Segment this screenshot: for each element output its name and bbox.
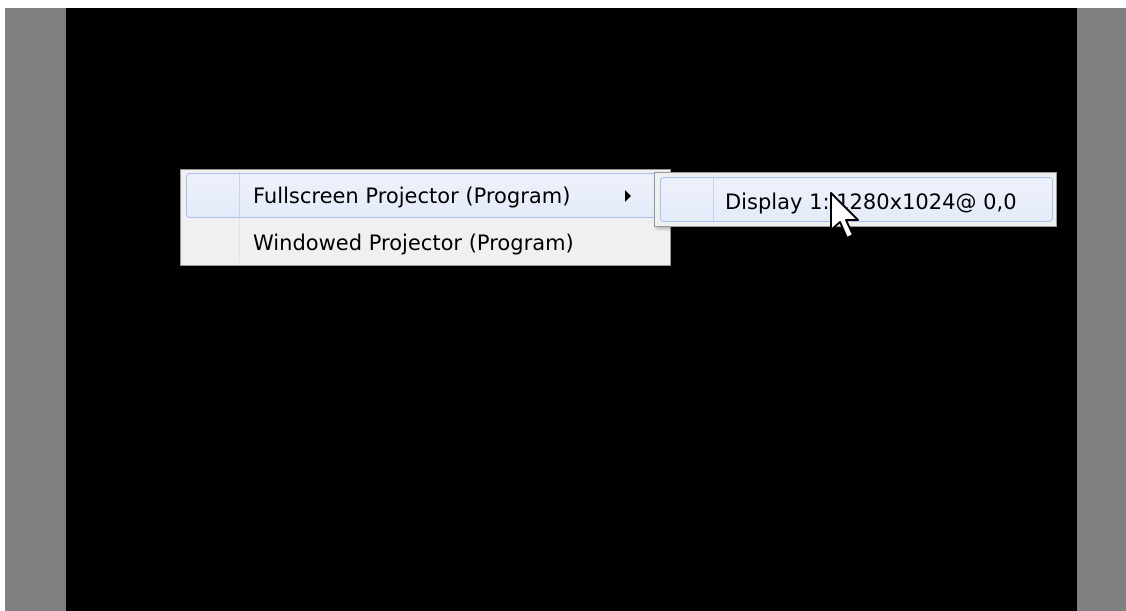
menu-item-label: Display 1: 1280x1024@ 0,0 [725, 189, 1017, 214]
preview-canvas[interactable] [66, 8, 1077, 611]
chevron-right-icon [625, 189, 631, 202]
menu-item-fullscreen-projector[interactable]: Fullscreen Projector (Program) [186, 173, 666, 218]
menu-item-windowed-projector[interactable]: Windowed Projector (Program) [186, 222, 666, 264]
menu-item-gutter-divider [713, 178, 714, 221]
context-menu: Fullscreen Projector (Program) Windowed … [180, 169, 671, 266]
screen: Fullscreen Projector (Program) Windowed … [0, 0, 1126, 611]
arrow-cursor-icon [830, 192, 859, 239]
menu-item-label: Windowed Projector (Program) [253, 231, 574, 255]
menu-item-gutter-divider [239, 174, 240, 217]
left-pillarbox [5, 8, 66, 611]
right-pillarbox [1077, 8, 1126, 611]
menu-item-label: Fullscreen Projector (Program) [253, 183, 571, 208]
